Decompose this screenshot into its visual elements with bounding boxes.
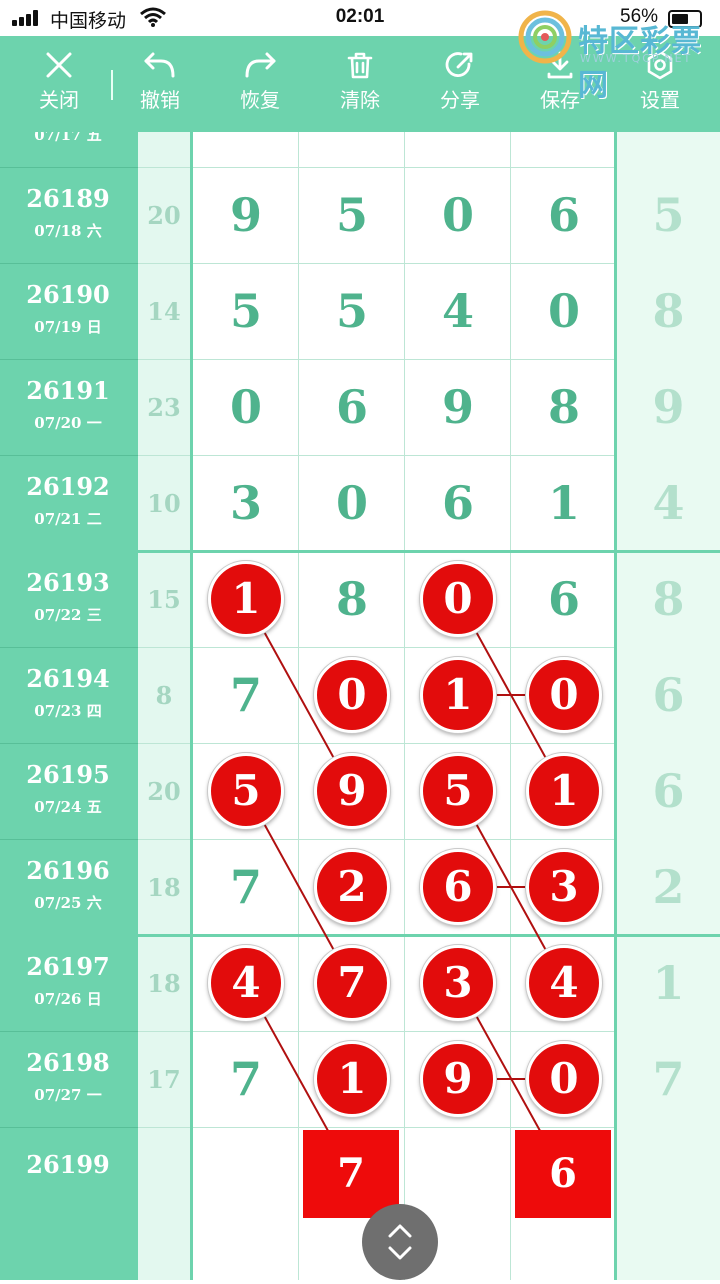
prediction-box: 6 [515,1130,611,1218]
toolbar-divider [111,70,113,100]
clear-button[interactable]: 清除 [320,42,400,128]
save-label: 保存 [540,88,580,112]
undo-icon [144,52,175,78]
redo-icon [245,52,276,78]
highlighted-digit[interactable]: 5 [208,753,284,829]
highlighted-digit[interactable]: 3 [526,849,602,925]
highlighted-digit[interactable]: 7 [314,945,390,1021]
share-button[interactable]: 分享 [420,42,500,128]
undo-label: 撤销 [140,88,180,112]
share-label: 分享 [440,88,480,112]
highlighted-digit[interactable]: 3 [420,945,496,1021]
close-icon [46,52,72,78]
highlighted-digit[interactable]: 4 [526,945,602,1021]
watermark-url: WWW.TQCP.NET [580,52,693,65]
chevron-up-down-icon [388,1224,412,1260]
trend-grid[interactable]: 07/17 五 26189 07/18 六 20 9 5 0 6 5 26190 07/19 日1… [0,132,720,1280]
highlighted-digit[interactable]: 5 [420,753,496,829]
highlighted-digit[interactable]: 0 [420,561,496,637]
redo-label: 恢复 [240,88,280,112]
trash-icon [347,52,373,79]
highlighted-digit[interactable]: 9 [420,1041,496,1117]
clear-label: 清除 [340,88,380,112]
highlighted-digit[interactable]: 4 [208,945,284,1021]
close-label: 关闭 [39,88,79,112]
highlighted-digit[interactable]: 9 [314,753,390,829]
redo-button[interactable]: 恢复 [220,42,300,128]
highlighted-digit[interactable]: 0 [314,657,390,733]
swirl-logo-icon [518,10,572,64]
watermark-logo: 特区彩票网 WWW.TQCP.NET [518,10,718,103]
highlighted-digit[interactable]: 1 [314,1041,390,1117]
highlighted-digit[interactable]: 0 [526,657,602,733]
close-button[interactable]: 关闭 [19,42,99,128]
highlighted-digit[interactable]: 6 [420,849,496,925]
scroll-toggle-button[interactable] [362,1204,438,1280]
highlighted-digit[interactable]: 2 [314,849,390,925]
highlighted-digit[interactable]: 0 [526,1041,602,1117]
highlighted-digit[interactable]: 1 [208,561,284,637]
highlighted-digit[interactable]: 1 [420,657,496,733]
highlighted-digit[interactable]: 1 [526,753,602,829]
undo-button[interactable]: 撤销 [120,42,200,128]
share-icon [445,52,473,77]
